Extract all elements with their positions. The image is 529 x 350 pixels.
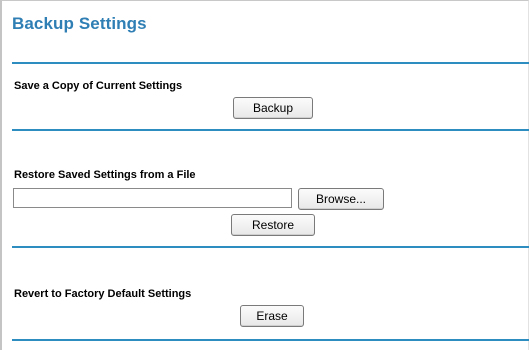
browse-button[interactable]: Browse...	[298, 188, 384, 210]
page-title: Backup Settings	[12, 14, 147, 33]
restore-button[interactable]: Restore	[231, 214, 315, 236]
backup-divider	[12, 129, 529, 131]
erase-button[interactable]: Erase	[240, 305, 304, 327]
backup-section-label: Save a Copy of Current Settings	[14, 80, 183, 92]
restore-divider	[12, 246, 529, 248]
factory-section-label: Revert to Factory Default Settings	[14, 288, 192, 300]
restore-section-label: Restore Saved Settings from a File	[14, 169, 196, 181]
factory-divider	[12, 339, 529, 341]
backup-button[interactable]: Backup	[233, 97, 313, 119]
settings-panel: Backup Settings Save a Copy of Current S…	[0, 0, 529, 350]
restore-file-input[interactable]	[13, 188, 292, 208]
title-divider	[12, 62, 529, 64]
